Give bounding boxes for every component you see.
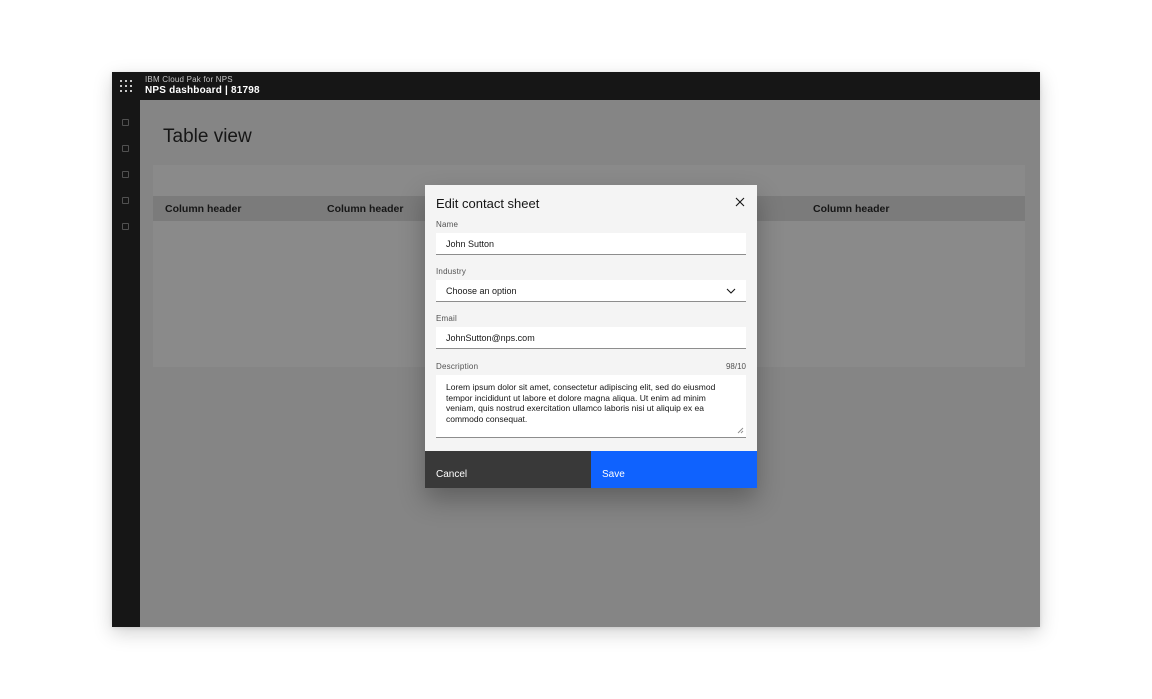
description-label-row: Description 98/10 bbox=[436, 362, 746, 371]
description-field-group: Description 98/10 Lorem ipsum dolor sit … bbox=[436, 362, 746, 438]
description-textarea[interactable]: Lorem ipsum dolor sit amet, consectetur … bbox=[436, 375, 746, 438]
description-label: Description bbox=[436, 362, 478, 371]
modal-footer: Cancel Save bbox=[425, 451, 757, 488]
description-textarea-wrap: Lorem ipsum dolor sit amet, consectetur … bbox=[436, 375, 746, 438]
character-counter: 98/10 bbox=[726, 362, 746, 371]
product-eyebrow: IBM Cloud Pak for NPS bbox=[145, 75, 260, 85]
save-button[interactable]: Save bbox=[591, 451, 757, 488]
modal-body: Name Industry Choose an option Email De bbox=[425, 220, 757, 438]
app-switcher-button[interactable] bbox=[112, 72, 140, 100]
email-label: Email bbox=[436, 314, 746, 323]
titlebar-text: IBM Cloud Pak for NPS NPS dashboard | 81… bbox=[140, 75, 260, 97]
chevron-down-icon bbox=[726, 288, 736, 294]
titlebar: IBM Cloud Pak for NPS NPS dashboard | 81… bbox=[112, 72, 1040, 100]
name-input[interactable] bbox=[436, 233, 746, 255]
industry-dropdown[interactable]: Choose an option bbox=[436, 280, 746, 302]
edit-contact-sheet-modal: Edit contact sheet Name Industry Choose … bbox=[425, 185, 757, 488]
email-field-group: Email bbox=[436, 314, 746, 349]
name-field-group: Name bbox=[436, 220, 746, 255]
industry-selected-value: Choose an option bbox=[446, 286, 517, 296]
close-icon bbox=[735, 197, 745, 207]
close-button[interactable] bbox=[730, 192, 750, 212]
app-window: IBM Cloud Pak for NPS NPS dashboard | 81… bbox=[112, 72, 1040, 627]
dashboard-title: NPS dashboard | 81798 bbox=[145, 85, 260, 97]
modal-title: Edit contact sheet bbox=[436, 196, 746, 211]
industry-field-group: Industry Choose an option bbox=[436, 267, 746, 302]
industry-label: Industry bbox=[436, 267, 746, 276]
resize-handle-icon[interactable] bbox=[737, 427, 744, 434]
email-input[interactable] bbox=[436, 327, 746, 349]
cancel-button[interactable]: Cancel bbox=[425, 451, 591, 488]
grid-icon bbox=[120, 80, 132, 92]
modal-header: Edit contact sheet bbox=[425, 185, 757, 211]
name-label: Name bbox=[436, 220, 746, 229]
